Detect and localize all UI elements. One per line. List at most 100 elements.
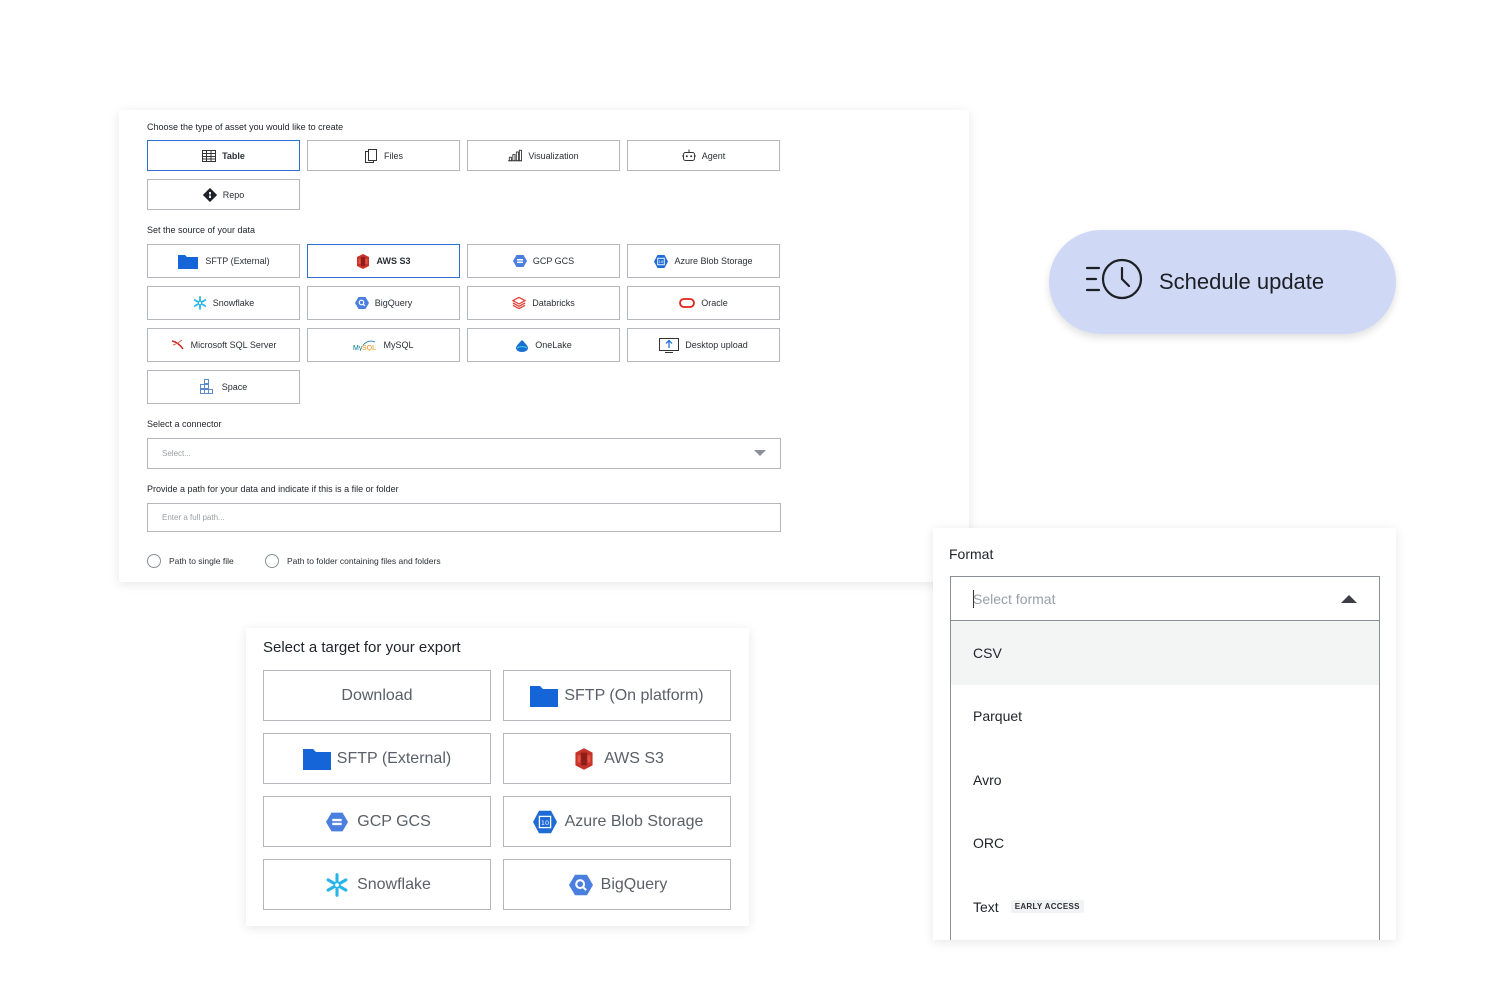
export-target-card: Select a target for your export Download… bbox=[246, 628, 749, 926]
format-option-avro[interactable]: Avro bbox=[951, 748, 1379, 812]
export-option-download[interactable]: Download bbox=[263, 670, 491, 721]
format-option-label: Avro bbox=[973, 771, 1002, 788]
text-cursor bbox=[973, 590, 974, 608]
source-option-label: Azure Blob Storage bbox=[674, 256, 753, 266]
format-option-label: ORC bbox=[973, 835, 1005, 852]
snowflake-icon bbox=[193, 296, 207, 310]
export-title: Select a target for your export bbox=[263, 639, 461, 656]
source-option-label: AWS S3 bbox=[376, 256, 411, 266]
oracle-icon bbox=[679, 296, 696, 310]
export-option-aws-s3[interactable]: AWS S3 bbox=[503, 733, 731, 784]
export-option-azure-blob[interactable]: 10 Azure Blob Storage bbox=[503, 796, 731, 847]
chevron-up-icon[interactable] bbox=[1341, 595, 1357, 603]
source-option-mysql[interactable]: My SQL MySQL bbox=[307, 328, 460, 362]
source-option-label: Databricks bbox=[532, 298, 575, 308]
export-option-bigquery[interactable]: BigQuery bbox=[503, 859, 731, 910]
source-option-label: MySQL bbox=[383, 340, 414, 350]
radio-label: Path to single file bbox=[169, 556, 234, 566]
azure-blob-icon: 10 bbox=[654, 254, 669, 268]
export-option-label: SFTP (External) bbox=[336, 749, 452, 767]
radio-button[interactable] bbox=[147, 554, 161, 568]
source-label: Set the source of your data bbox=[147, 225, 256, 235]
bigquery-icon bbox=[567, 873, 595, 897]
create-asset-card: Choose the type of asset you would like … bbox=[119, 110, 969, 582]
source-option-label: Snowflake bbox=[212, 298, 255, 308]
export-option-snowflake[interactable]: Snowflake bbox=[263, 859, 491, 910]
radio-single-file[interactable]: Path to single file bbox=[147, 554, 234, 568]
source-option-azure-blob[interactable]: 10 Azure Blob Storage bbox=[627, 244, 780, 278]
format-card: Format Select format CSV Parquet Avro OR… bbox=[933, 528, 1396, 940]
radio-label: Path to folder containing files and fold… bbox=[287, 556, 441, 566]
export-option-label: AWS S3 bbox=[604, 749, 664, 767]
export-option-label: BigQuery bbox=[600, 875, 668, 893]
svg-text:10: 10 bbox=[541, 818, 549, 826]
bar-chart-icon bbox=[508, 149, 523, 163]
source-option-onelake[interactable]: OneLake bbox=[467, 328, 620, 362]
source-option-label: Desktop upload bbox=[685, 340, 748, 350]
asset-option-visualization[interactable]: Visualization bbox=[467, 140, 620, 171]
export-option-sftp-on-platform[interactable]: SFTP (On platform) bbox=[503, 670, 731, 721]
radio-folder[interactable]: Path to folder containing files and fold… bbox=[265, 554, 441, 568]
asset-option-table[interactable]: Table bbox=[147, 140, 300, 171]
format-dropdown-list: CSV Parquet Avro ORC Text EARLY ACCESS bbox=[950, 621, 1380, 940]
early-access-badge: EARLY ACCESS bbox=[1010, 900, 1084, 914]
source-option-aws-s3[interactable]: AWS S3 bbox=[307, 244, 460, 278]
source-option-bigquery[interactable]: BigQuery bbox=[307, 286, 460, 320]
source-option-space[interactable]: Space bbox=[147, 370, 300, 404]
source-option-desktop-upload[interactable]: Desktop upload bbox=[627, 328, 780, 362]
source-option-sftp-external[interactable]: SFTP (External) bbox=[147, 244, 300, 278]
schedule-update-label: Schedule update bbox=[1159, 269, 1325, 294]
asset-option-label: Table bbox=[222, 150, 245, 161]
source-option-label: Microsoft SQL Server bbox=[190, 340, 277, 350]
path-label: Provide a path for your data and indicat… bbox=[147, 484, 399, 494]
folder-icon bbox=[302, 747, 331, 771]
asset-option-label: Files bbox=[383, 150, 403, 161]
source-option-label: OneLake bbox=[535, 340, 572, 350]
path-input[interactable]: Enter a full path... bbox=[147, 503, 781, 532]
format-option-csv[interactable]: CSV bbox=[951, 621, 1379, 685]
asset-option-label: Repo bbox=[222, 189, 245, 200]
format-option-parquet[interactable]: Parquet bbox=[951, 685, 1379, 749]
export-option-sftp-external[interactable]: SFTP (External) bbox=[263, 733, 491, 784]
source-option-databricks[interactable]: Databricks bbox=[467, 286, 620, 320]
asset-option-repo[interactable]: Repo bbox=[147, 179, 300, 210]
schedule-update-button[interactable]: Schedule update bbox=[1049, 230, 1396, 334]
source-option-label: GCP GCS bbox=[532, 256, 575, 266]
git-icon bbox=[202, 187, 217, 202]
gcp-gcs-icon bbox=[323, 810, 351, 834]
robot-icon bbox=[681, 149, 696, 163]
export-option-label: Snowflake bbox=[357, 875, 431, 893]
source-option-label: Space bbox=[221, 382, 248, 392]
format-option-orc[interactable]: ORC bbox=[951, 812, 1379, 876]
connector-select[interactable]: Select... bbox=[147, 438, 781, 469]
aws-s3-icon bbox=[356, 253, 370, 269]
mysql-icon: My SQL bbox=[353, 338, 377, 352]
radio-button[interactable] bbox=[265, 554, 279, 568]
source-option-oracle[interactable]: Oracle bbox=[627, 286, 780, 320]
source-option-label: BigQuery bbox=[374, 298, 413, 308]
source-option-sql-server[interactable]: Microsoft SQL Server bbox=[147, 328, 300, 362]
export-option-label: SFTP (On platform) bbox=[564, 686, 704, 704]
source-option-snowflake[interactable]: Snowflake bbox=[147, 286, 300, 320]
source-option-gcp-gcs[interactable]: GCP GCS bbox=[467, 244, 620, 278]
format-option-label: CSV bbox=[973, 644, 1002, 661]
databricks-icon bbox=[512, 296, 527, 310]
onelake-icon bbox=[515, 338, 529, 352]
asset-option-files[interactable]: Files bbox=[307, 140, 460, 171]
gcp-gcs-icon bbox=[512, 254, 527, 268]
source-option-label: SFTP (External) bbox=[205, 256, 270, 266]
asset-option-label: Visualization bbox=[528, 150, 579, 161]
export-option-gcp-gcs[interactable]: GCP GCS bbox=[263, 796, 491, 847]
format-option-label: Text bbox=[973, 898, 999, 915]
export-option-label: Download bbox=[341, 686, 413, 704]
format-option-text[interactable]: Text EARLY ACCESS bbox=[951, 875, 1379, 939]
asset-type-label: Choose the type of asset you would like … bbox=[147, 122, 344, 132]
schedule-clock-icon bbox=[1085, 256, 1145, 308]
connector-placeholder: Select... bbox=[162, 449, 191, 458]
svg-text:10: 10 bbox=[659, 260, 664, 264]
format-select-input[interactable]: Select format bbox=[950, 576, 1380, 621]
source-option-label: Oracle bbox=[701, 298, 728, 308]
asset-option-agent[interactable]: Agent bbox=[627, 140, 780, 171]
format-option-label: Parquet bbox=[973, 708, 1023, 725]
folder-icon bbox=[530, 684, 559, 708]
